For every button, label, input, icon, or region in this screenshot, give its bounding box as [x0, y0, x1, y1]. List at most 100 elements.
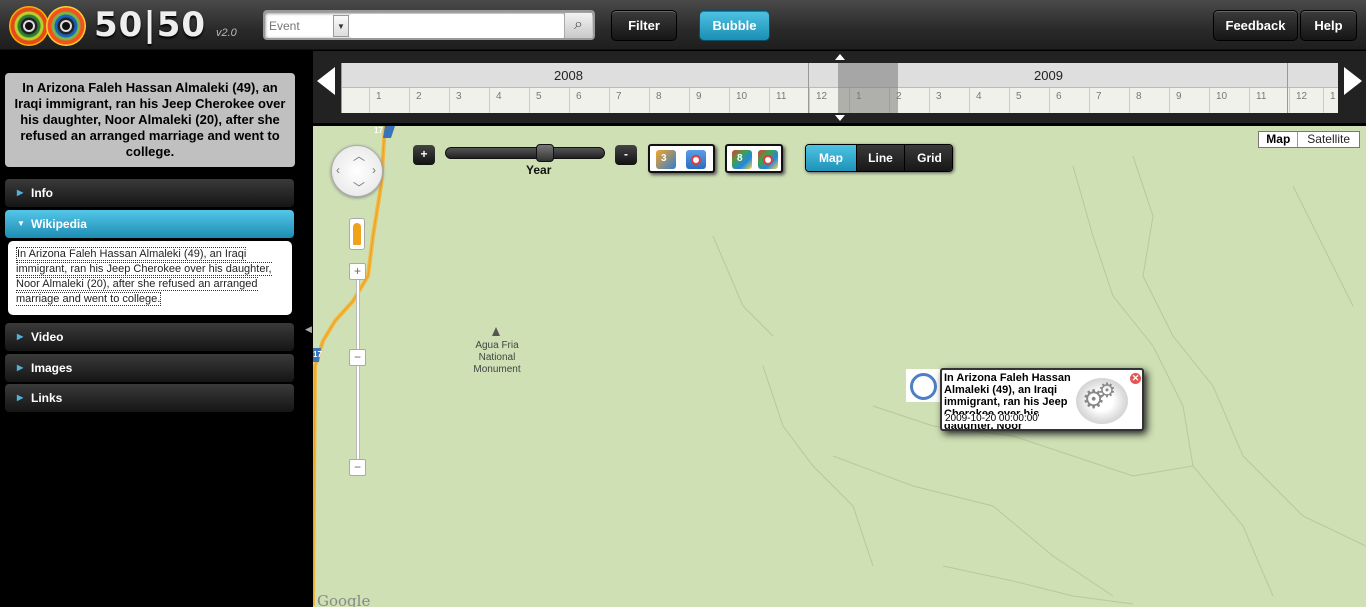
filter-button[interactable]: Filter — [611, 10, 677, 41]
accordion-label: Images — [31, 361, 73, 375]
accordion-label: Video — [31, 330, 64, 344]
view-line-button[interactable]: Line — [856, 145, 904, 171]
timeline-tick — [1209, 88, 1210, 113]
window-up-arrow-icon — [835, 54, 845, 60]
feedback-button[interactable]: Feedback — [1213, 10, 1298, 41]
timeline-tick — [1249, 88, 1250, 113]
numbered-layer-icon[interactable]: 3 — [656, 150, 676, 169]
timeline-month: 12 — [1296, 91, 1308, 102]
close-icon[interactable]: ✕ — [1130, 373, 1141, 384]
street-view-pegman-icon[interactable] — [349, 218, 365, 250]
timeline-tick — [929, 88, 930, 113]
event-bubble[interactable]: In Arizona Faleh Hassan Almaleki (49), a… — [940, 368, 1144, 431]
pan-down-icon[interactable]: ﹀ — [353, 179, 365, 196]
year-plus-button[interactable]: + — [413, 145, 435, 165]
timeline-month: 3 — [456, 91, 462, 102]
timeline-month: 6 — [1056, 91, 1062, 102]
timeline-month: 4 — [976, 91, 982, 102]
highway-shield-label: 17 — [374, 126, 383, 135]
timeline-prev-arrow[interactable] — [317, 67, 335, 95]
help-button[interactable]: Help — [1300, 10, 1357, 41]
year-slider-thumb[interactable] — [536, 144, 554, 162]
zoom-out-button[interactable]: − — [349, 459, 366, 476]
timeline-month: 4 — [496, 91, 502, 102]
event-marker[interactable] — [906, 369, 940, 402]
timeline-tick — [569, 88, 570, 113]
accordion-wikipedia[interactable]: ▼ Wikipedia — [5, 210, 294, 238]
timeline-tick — [969, 88, 970, 113]
timeline-selection-window[interactable] — [838, 63, 898, 113]
view-map-button[interactable]: Map — [806, 145, 856, 171]
view-grid-button[interactable]: Grid — [904, 145, 952, 171]
zoom-in-button[interactable]: + — [349, 263, 366, 280]
map-canvas[interactable]: 17 17 ︿ ﹀ ‹ › + − − + - Year 3 8 Map Lin… — [313, 126, 1366, 607]
search-box: ▼ ⌕ — [263, 10, 595, 40]
top-bar: 50|50 v2.0 ▼ ⌕ Filter Bubble Feedback He… — [0, 0, 1366, 50]
map-type-satellite[interactable]: Satellite — [1298, 132, 1359, 147]
timeline-month: 2 — [416, 91, 422, 102]
timeline-month: 9 — [1176, 91, 1182, 102]
accordion-info[interactable]: ▶ Info — [5, 179, 294, 207]
gears-icon: ⚙ ⚙ — [1076, 378, 1128, 424]
poi-label[interactable]: Agua Fria National Monument — [463, 340, 531, 376]
app-logo[interactable]: 50|50 — [94, 5, 206, 45]
wikipedia-content: In Arizona Faleh Hassan Almaleki (49), a… — [8, 241, 292, 315]
triangle-right-icon: ▶ — [17, 332, 24, 341]
numbered-layer-icon[interactable]: 8 — [732, 150, 752, 169]
wikipedia-link[interactable]: In Arizona Faleh Hassan Almaleki (49), a… — [16, 247, 272, 306]
search-button[interactable]: ⌕ — [564, 13, 592, 38]
accordion-images[interactable]: ▶ Images — [5, 354, 294, 382]
timeline-tick — [689, 88, 690, 113]
search-field[interactable] — [351, 14, 563, 38]
year-minus-button[interactable]: - — [615, 145, 637, 165]
collapse-left-icon: ◀ — [305, 324, 312, 334]
logo-gear-icon — [46, 6, 86, 46]
timeline-tick — [1323, 88, 1324, 113]
accordion-links[interactable]: ▶ Links — [5, 384, 294, 412]
event-side-panel: In Arizona Faleh Hassan Almaleki (49), a… — [0, 51, 305, 607]
timeline-month: 8 — [1136, 91, 1142, 102]
bubble-button[interactable]: Bubble — [699, 10, 770, 41]
zoom-slider-track[interactable] — [356, 278, 360, 466]
accordion-label: Info — [31, 186, 53, 200]
timeline-band[interactable]: 2008 2009 123456789101112123456789101112… — [341, 63, 1338, 113]
timeline-next-arrow[interactable] — [1344, 67, 1362, 95]
timeline-month: 9 — [696, 91, 702, 102]
map-type-map[interactable]: Map — [1259, 132, 1299, 147]
timeline-month: 6 — [576, 91, 582, 102]
timeline-tick — [1049, 88, 1050, 113]
timeline-month: 5 — [536, 91, 542, 102]
timeline-month: 11 — [776, 91, 787, 102]
zoom-slider-handle[interactable]: − — [349, 349, 366, 366]
timeline-year: 2008 — [554, 68, 583, 83]
timeline-tick — [609, 88, 610, 113]
timeline-tick — [409, 88, 410, 113]
panel-collapse-handle[interactable]: ◀ — [305, 300, 313, 360]
window-down-arrow-icon — [835, 115, 845, 121]
stop-layer-icon[interactable] — [686, 150, 706, 169]
timeline-tick — [529, 88, 530, 113]
pan-control[interactable]: ︿ ﹀ ‹ › — [331, 145, 383, 197]
pan-up-icon[interactable]: ︿ — [353, 147, 365, 164]
pan-right-icon[interactable]: › — [372, 163, 376, 177]
timeline-tick — [769, 88, 770, 113]
timeline-tick — [489, 88, 490, 113]
magnifier-icon: ⌕ — [574, 16, 583, 33]
timeline-tick — [369, 88, 370, 113]
timeline-tick — [1169, 88, 1170, 113]
search-input[interactable] — [269, 14, 333, 38]
stop-layer-icon[interactable] — [758, 150, 778, 169]
timeline-month: 5 — [1016, 91, 1022, 102]
year-slider-label: Year — [526, 163, 552, 177]
timeline[interactable]: 2008 2009 123456789101112123456789101112… — [313, 51, 1366, 123]
year-slider[interactable] — [445, 144, 605, 162]
search-type-dropdown[interactable]: ▼ — [333, 15, 349, 37]
icon-group-2: 8 — [725, 144, 783, 173]
accordion-video[interactable]: ▶ Video — [5, 323, 294, 351]
timeline-month: 1 — [1330, 91, 1336, 102]
icon-group-1: 3 — [648, 144, 715, 173]
logo-gear-icon — [9, 6, 49, 46]
pan-left-icon[interactable]: ‹ — [336, 163, 340, 177]
timeline-tick — [449, 88, 450, 113]
timeline-tick — [809, 88, 810, 113]
